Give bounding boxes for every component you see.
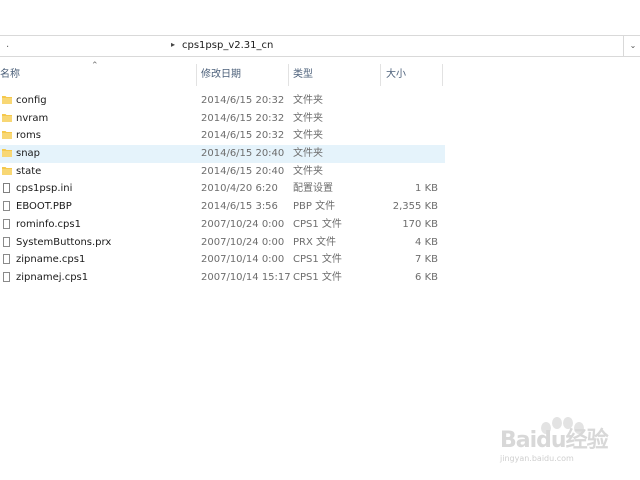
file-name: SystemButtons.prx xyxy=(16,236,112,248)
file-size: 170 KB xyxy=(402,218,438,230)
file-type: 文件夹 xyxy=(293,112,323,124)
file-icon xyxy=(3,254,10,265)
file-row[interactable]: zipnamej.cps1 2007/10/14 15:17 CPS1 文件 6 KB xyxy=(0,269,445,287)
folder-icon xyxy=(2,113,12,122)
file-type: 文件夹 xyxy=(293,130,323,142)
file-name: nvram xyxy=(16,112,49,124)
file-name: snap xyxy=(16,148,41,160)
address-separator: . xyxy=(6,39,10,50)
file-name: rominfo.cps1 xyxy=(16,218,81,230)
file-name: EBOOT.PBP xyxy=(16,201,72,213)
file-size: 1 KB xyxy=(415,183,438,195)
file-row[interactable]: roms 2014/6/15 20:32 文件夹 xyxy=(0,127,445,145)
watermark-url: jingyan.baidu.com xyxy=(500,454,574,463)
file-date: 2014/6/15 3:56 xyxy=(201,201,278,213)
file-size: 4 KB xyxy=(415,236,438,248)
file-name: roms xyxy=(16,130,41,142)
address-dropdown-chevron-icon[interactable]: ⌄ xyxy=(623,36,640,56)
file-icon xyxy=(3,201,10,212)
file-name: zipname.cps1 xyxy=(16,254,86,266)
file-type: PBP 文件 xyxy=(293,201,336,213)
column-header-type[interactable]: 类型 xyxy=(293,64,313,86)
file-list: config 2014/6/15 20:32 文件夹 nvram 2014/6/15 2… xyxy=(0,92,445,287)
file-name: cps1psp.ini xyxy=(16,183,73,195)
file-date: 2010/4/20 6:20 xyxy=(201,183,278,195)
file-row[interactable]: rominfo.cps1 2007/10/24 0:00 CPS1 文件 170 KB xyxy=(0,216,445,234)
column-divider[interactable] xyxy=(442,64,443,86)
file-row[interactable]: snap 2014/6/15 20:40 文件夹 xyxy=(0,145,445,163)
breadcrumb-current-folder[interactable]: cps1psp_v2.31_cn xyxy=(182,40,273,51)
file-row[interactable]: zipname.cps1 2007/10/14 0:00 CPS1 文件 7 KB xyxy=(0,251,445,269)
column-divider[interactable] xyxy=(196,64,197,86)
file-type: PRX 文件 xyxy=(293,236,337,248)
column-header: ⌃ 名称 修改日期 类型 大小 xyxy=(0,61,445,86)
file-type: CPS1 文件 xyxy=(293,254,342,266)
file-row[interactable]: config 2014/6/15 20:32 文件夹 xyxy=(0,92,445,110)
file-date: 2007/10/24 0:00 xyxy=(201,236,285,248)
file-type: 配置设置 xyxy=(293,183,333,195)
file-size: 2,355 KB xyxy=(392,201,438,213)
column-header-size[interactable]: 大小 xyxy=(386,64,406,86)
file-row[interactable]: EBOOT.PBP 2014/6/15 3:56 PBP 文件 2,355 KB xyxy=(0,198,445,216)
file-row[interactable]: cps1psp.ini 2010/4/20 6:20 配置设置 1 KB xyxy=(0,180,445,198)
file-type: 文件夹 xyxy=(293,165,323,177)
watermark-text: Baidu经验 xyxy=(500,428,609,453)
file-date: 2014/6/15 20:40 xyxy=(201,165,285,177)
column-divider[interactable] xyxy=(288,64,289,86)
file-type: 文件夹 xyxy=(293,95,323,106)
file-row[interactable]: SystemButtons.prx 2007/10/24 0:00 PRX 文件 4 … xyxy=(0,234,445,252)
file-type: 文件夹 xyxy=(293,148,323,160)
folder-icon xyxy=(2,131,12,140)
file-date: 2007/10/14 0:00 xyxy=(201,254,285,266)
file-date: 2007/10/24 0:00 xyxy=(201,218,285,230)
file-size: 6 KB xyxy=(415,271,438,283)
file-name: zipnamej.cps1 xyxy=(16,271,89,283)
file-date: 2014/6/15 20:32 xyxy=(201,130,285,142)
file-icon xyxy=(3,218,10,229)
file-row[interactable]: nvram 2014/6/15 20:32 文件夹 xyxy=(0,110,445,128)
column-divider[interactable] xyxy=(380,64,381,86)
file-type: CPS1 文件 xyxy=(293,218,342,230)
file-name: state xyxy=(16,165,42,177)
settings-file-icon xyxy=(3,183,10,194)
file-row[interactable]: state 2014/6/15 20:40 文件夹 xyxy=(0,163,445,181)
baidu-watermark: Baidu经验 jingyan.baidu.com xyxy=(488,408,618,468)
file-icon xyxy=(3,236,10,247)
folder-icon xyxy=(2,96,12,104)
folder-icon xyxy=(2,166,12,175)
address-bar[interactable]: . ▸ cps1psp_v2.31_cn ⌄ xyxy=(0,35,640,57)
breadcrumb-chevron-icon[interactable]: ▸ xyxy=(171,40,175,49)
file-date: 2014/6/15 20:40 xyxy=(201,148,285,160)
file-date: 2007/10/14 15:17 xyxy=(201,271,291,283)
column-header-name[interactable]: 名称 xyxy=(0,64,20,86)
file-size: 7 KB xyxy=(415,254,438,266)
file-icon xyxy=(3,271,10,282)
folder-icon xyxy=(2,149,12,158)
file-date: 2014/6/15 20:32 xyxy=(201,95,285,106)
sort-ascending-icon: ⌃ xyxy=(91,61,99,71)
column-header-date[interactable]: 修改日期 xyxy=(201,64,241,86)
window-top-area xyxy=(0,0,640,34)
file-date: 2014/6/15 20:32 xyxy=(201,112,285,124)
file-name: config xyxy=(16,95,47,106)
file-type: CPS1 文件 xyxy=(293,271,342,283)
